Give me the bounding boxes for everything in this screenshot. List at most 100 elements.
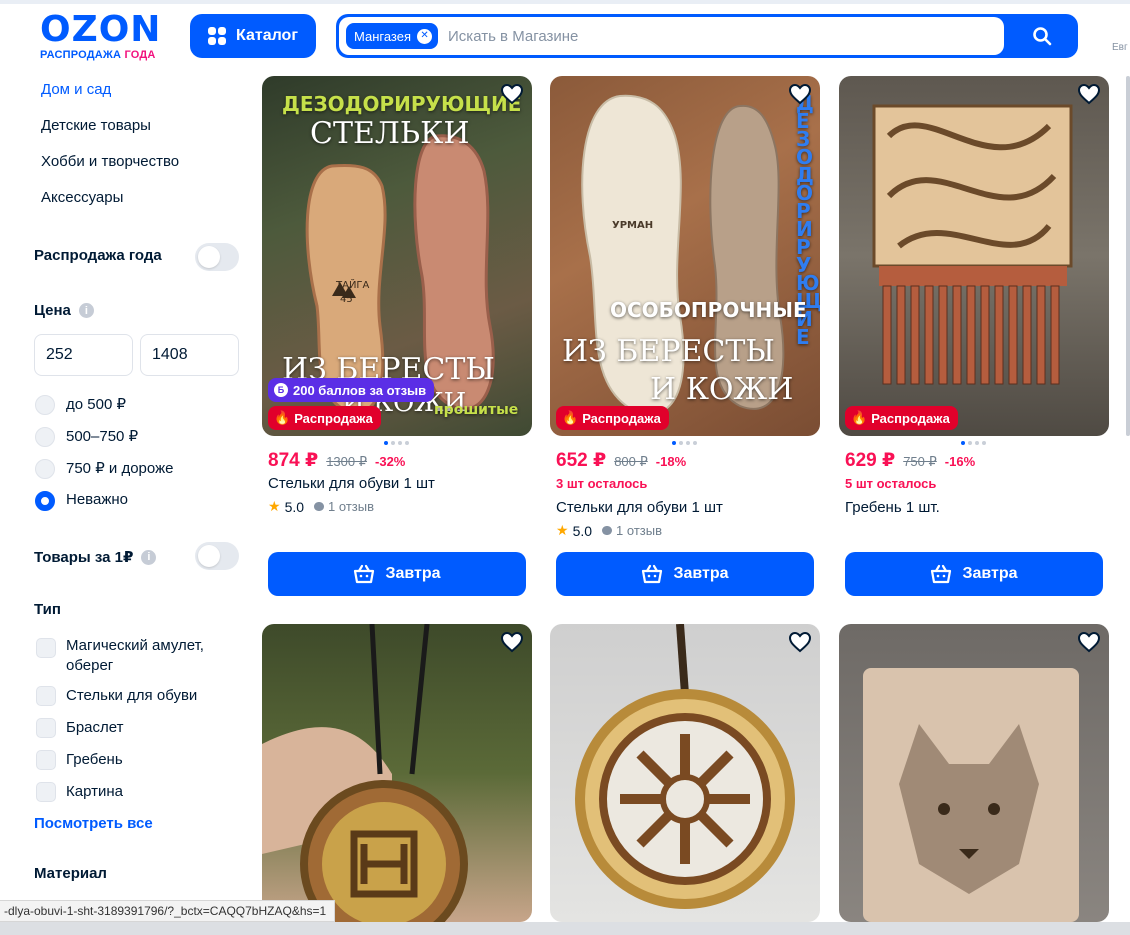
amulet-illustration: [262, 624, 468, 922]
reviews-count: 1 отзыв: [328, 499, 374, 514]
price-radio[interactable]: [35, 427, 55, 447]
image-caption: УРМАН: [612, 220, 654, 231]
heart-icon[interactable]: [788, 82, 812, 106]
sale-badge-text: Распродажа: [582, 410, 661, 426]
star-icon: ★: [556, 522, 569, 538]
logo-sub-pink: ГОДА: [124, 49, 156, 61]
delivery-button-label: Завтра: [385, 565, 441, 582]
shop-filter-chip[interactable]: Мангазея ✕: [346, 23, 439, 49]
price-option-label[interactable]: 500–750 ₽: [66, 427, 138, 445]
info-icon[interactable]: i: [78, 303, 94, 318]
price-to-input[interactable]: 1408: [140, 334, 239, 376]
reviews-icon: [314, 502, 325, 511]
price-current: 874 ₽: [268, 450, 319, 471]
search-input[interactable]: [448, 27, 969, 45]
price-from-input[interactable]: 252: [34, 334, 133, 376]
reviews-icon: [602, 526, 613, 535]
cart-icon: [931, 564, 952, 584]
type-checkbox[interactable]: [36, 782, 56, 802]
price-current: 629 ₽: [845, 450, 896, 471]
category-link[interactable]: Хобби и творчество: [41, 153, 179, 170]
sale-badge: 🔥 Распродажа: [845, 406, 958, 430]
filters-sidebar: Дом и сад Детские товары Хобби и творчес…: [0, 68, 250, 935]
product-rating: ★ 5.0 1 отзыв: [556, 522, 662, 539]
heart-icon[interactable]: [500, 630, 524, 654]
search-icon: [1033, 27, 1052, 46]
image-caption: ИЗ БЕРЕСТЫ: [562, 334, 775, 369]
logo-subtitle: РАСПРОДАЖА ГОДА: [40, 49, 180, 61]
type-checkbox[interactable]: [36, 686, 56, 706]
price-option-label[interactable]: Неважно: [66, 491, 128, 508]
taskbar: [0, 922, 1130, 935]
stock-left: 3 шт осталось: [556, 476, 648, 491]
catalog-button[interactable]: Каталог: [190, 14, 316, 58]
cart-icon: [642, 564, 663, 584]
type-checkbox[interactable]: [36, 718, 56, 738]
product-rating: ★ 5.0 1 отзыв: [268, 498, 374, 515]
ozon-logo[interactable]: OZON РАСПРОДАЖА ГОДА: [40, 12, 180, 62]
product-title[interactable]: Стельки для обуви 1 шт: [268, 475, 435, 492]
fire-icon: 🔥: [851, 410, 868, 425]
one-ruble-toggle[interactable]: [195, 542, 239, 570]
product-image[interactable]: [550, 624, 820, 922]
product-image[interactable]: ДЕЗОДОРИРУЮЩИЕ ОСОБОПРОЧНЫЕ ИЗ БЕРЕСТЫ И…: [550, 76, 820, 436]
price-option-label[interactable]: до 500 ₽: [66, 395, 126, 413]
price-radio-selected[interactable]: [35, 491, 55, 511]
heart-icon[interactable]: [1077, 82, 1101, 106]
image-pager[interactable]: [672, 441, 697, 445]
price-option-label[interactable]: 750 ₽ и дороже: [66, 459, 173, 477]
delivery-button[interactable]: Завтра: [556, 552, 814, 596]
image-caption: И КОЖИ: [650, 372, 794, 407]
image-caption: ОСОБОПРОЧНЫЕ: [610, 298, 807, 322]
rating-value: 5.0: [572, 522, 593, 539]
type-option-label[interactable]: Стельки для обуви: [66, 687, 197, 704]
image-caption: ДЕЗОДОРИРУЮЩИЕ: [282, 92, 522, 116]
search-button[interactable]: [1006, 14, 1078, 58]
price-row: 874 ₽ 1300 ₽ -32%: [268, 449, 405, 472]
points-badge-text: 200 баллов за отзыв: [293, 382, 427, 398]
image-caption: ТАЙГА: [336, 280, 370, 291]
category-link[interactable]: Детские товары: [41, 117, 151, 134]
price-old: 750 ₽: [903, 454, 937, 469]
product-image[interactable]: ДЕЗОДОРИРУЮЩИЕ СТЕЛЬКИ ИЗ БЕРЕСТЫ И КОЖИ…: [262, 76, 532, 436]
sale-toggle[interactable]: [195, 243, 239, 271]
sale-badge-text: Распродажа: [871, 410, 950, 426]
heart-icon[interactable]: [1077, 630, 1101, 654]
price-filter-title: Цена i: [34, 302, 94, 319]
delivery-button[interactable]: Завтра: [845, 552, 1103, 596]
image-caption: прошитые: [434, 402, 519, 418]
product-image[interactable]: [839, 624, 1109, 922]
one-ruble-filter-label: Товары за 1₽ i: [34, 548, 157, 566]
search-field-wrap: Мангазея ✕: [339, 17, 1004, 55]
price-title-text: Цена: [34, 302, 71, 319]
delivery-button[interactable]: Завтра: [268, 552, 526, 596]
logo-sub-blue: РАСПРОДАЖА: [40, 49, 122, 61]
see-all-link[interactable]: Посмотреть все: [34, 815, 153, 832]
product-title[interactable]: Стельки для обуви 1 шт: [556, 499, 723, 516]
type-checkbox[interactable]: [36, 638, 56, 658]
price-radio[interactable]: [35, 395, 55, 415]
heart-icon[interactable]: [500, 82, 524, 106]
heart-icon[interactable]: [788, 630, 812, 654]
type-filter-title: Тип: [34, 601, 61, 618]
image-pager[interactable]: [961, 441, 986, 445]
header-user-cut[interactable]: Евг: [1112, 42, 1128, 53]
price-current: 652 ₽: [556, 450, 607, 471]
category-link[interactable]: Дом и сад: [41, 81, 111, 98]
info-icon[interactable]: i: [141, 549, 157, 565]
grid-icon: [208, 27, 226, 45]
type-checkbox[interactable]: [36, 750, 56, 770]
product-image[interactable]: 🔥 Распродажа: [839, 76, 1109, 436]
price-row: 629 ₽ 750 ₽ -16%: [845, 449, 975, 472]
type-option-label[interactable]: Картина: [66, 783, 123, 800]
product-image[interactable]: [262, 624, 532, 922]
category-link[interactable]: Аксессуары: [41, 189, 123, 206]
type-option-label[interactable]: Магический амулет, оберег: [66, 636, 241, 676]
product-title[interactable]: Гребень 1 шт.: [845, 499, 940, 516]
type-option-label[interactable]: Гребень: [66, 751, 123, 768]
catalog-label: Каталог: [236, 27, 298, 44]
image-pager[interactable]: [384, 441, 409, 445]
close-icon[interactable]: ✕: [417, 28, 433, 44]
price-radio[interactable]: [35, 459, 55, 479]
type-option-label[interactable]: Браслет: [66, 719, 124, 736]
